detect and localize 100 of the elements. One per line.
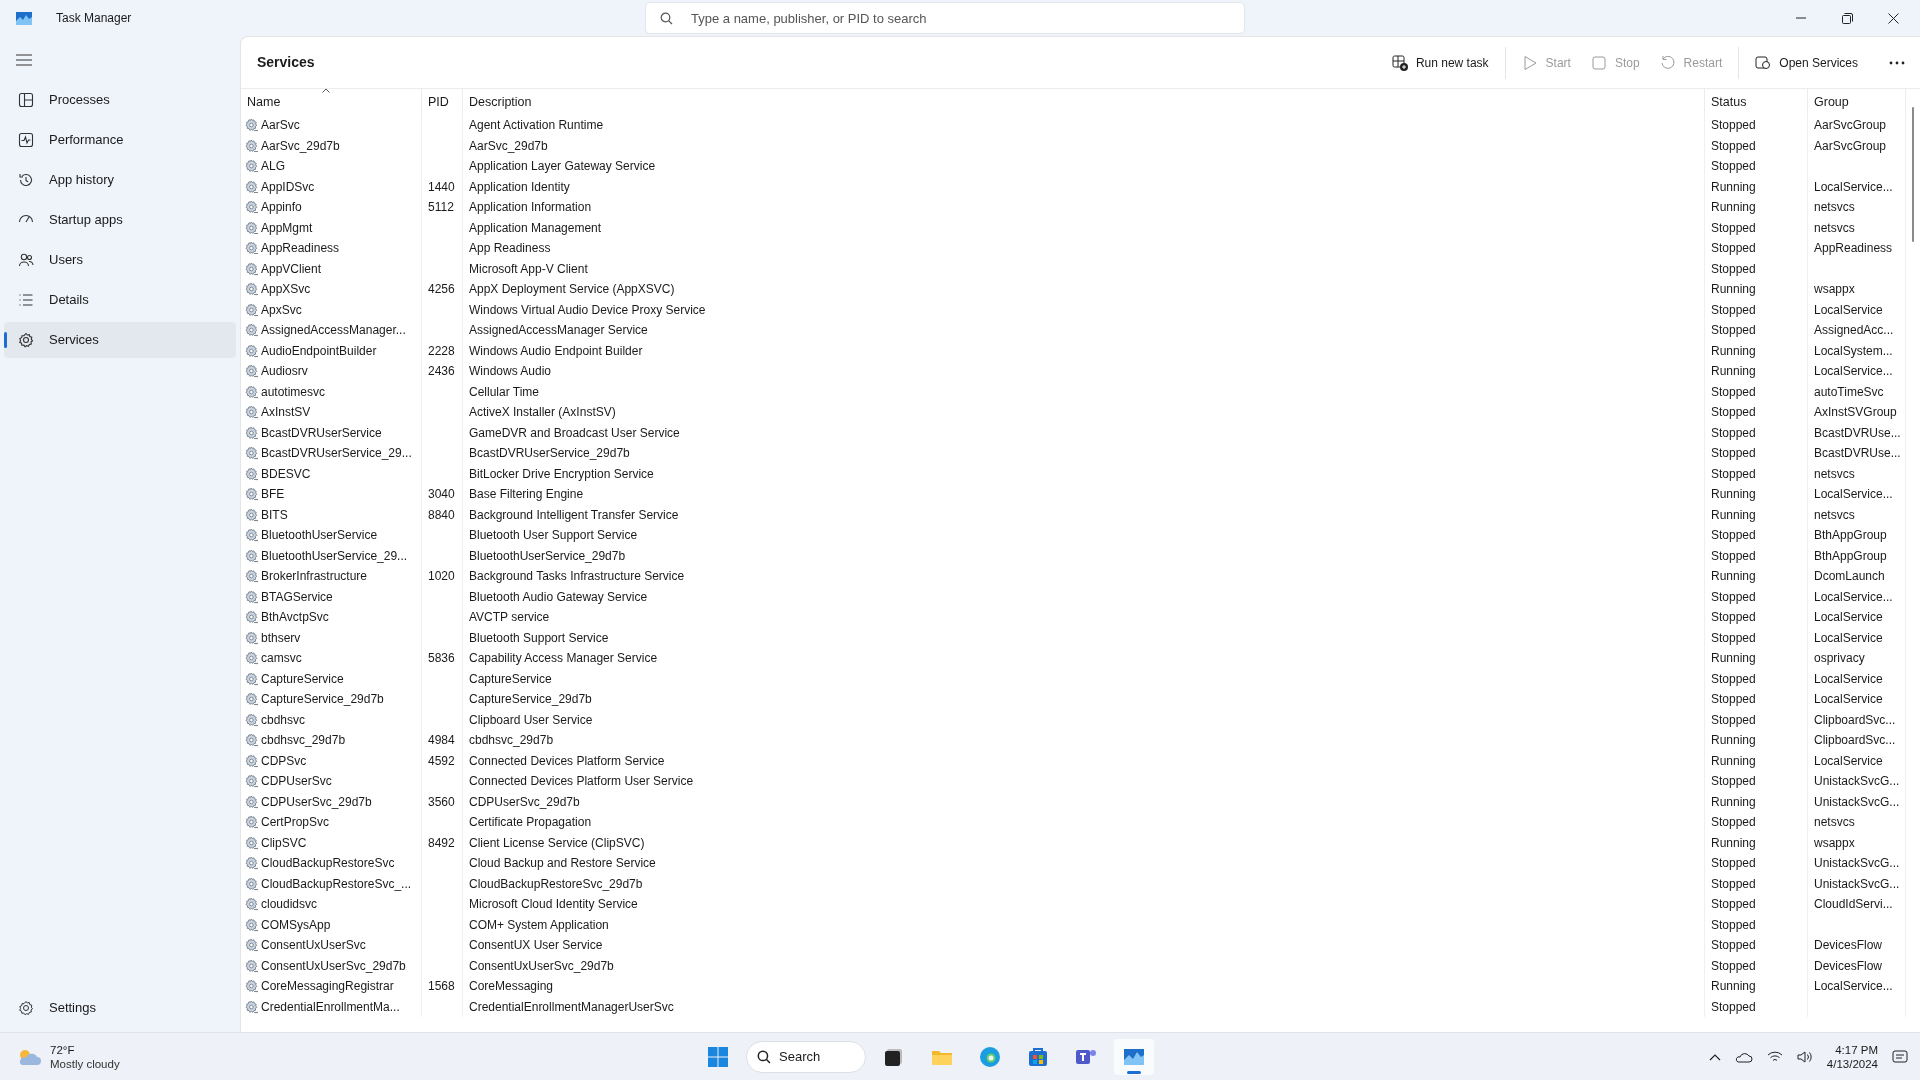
service-gear-icon [245,876,259,891]
settings-item[interactable]: Settings [4,990,236,1026]
table-cell-text: AVCTP service [469,609,550,627]
table-cell-text: AppIDSvc [261,178,315,196]
task-manager-icon[interactable] [1114,1039,1154,1075]
column-header[interactable]: Status [1705,89,1808,115]
service-gear-icon [245,815,259,830]
nav-item[interactable]: Performance [4,122,236,158]
table-cell-text: CoreMessaging [469,978,554,996]
table-cell-text: BluetoothUserService_29... [261,547,408,565]
clock[interactable]: 4:17 PM 4/13/2024 [1826,1042,1878,1071]
table-cell-text: LocalService... [1814,486,1893,504]
service-gear-icon [245,835,259,850]
table-cell-text: 1568 [428,978,455,996]
column-header[interactable]: PID [422,89,463,115]
table-cell-text: Stopped [1711,219,1756,237]
table-cell-text: AppMgmt [261,219,313,237]
toolbar-button[interactable]: Run new task [1381,46,1499,79]
nav-item[interactable]: Services [4,322,236,358]
table-cell-text: Bluetooth Audio Gateway Service [469,588,648,606]
table-cell-text: netsvcs [1814,814,1855,832]
nav-item[interactable]: App history [4,162,236,198]
table-cell-text: BcastDVRUserService [261,424,382,442]
table-cell-text: LocalService... [1814,978,1893,996]
table-cell-text: Cloud Backup and Restore Service [469,855,656,873]
column-header[interactable]: Name [241,89,422,115]
table-cell-text: osprivacy [1814,650,1865,668]
service-gear-icon [245,651,259,666]
taskbar-search[interactable]: Search [746,1041,866,1073]
table-cell-text: CloudBackupRestoreSvc_29d7b [469,875,643,893]
table-cell-text: BcastDVRUserService_29... [261,445,412,463]
wifi-icon[interactable] [1766,1050,1783,1063]
table-cell-text: 3040 [428,486,455,504]
search-field[interactable]: Type a name, publisher, or PID to search [645,2,1245,34]
table-cell-text: Stopped [1711,547,1756,565]
table-cell-text: Running [1711,199,1756,217]
restart-icon [1659,54,1676,71]
gear-icon [18,332,34,348]
chevron-up-icon[interactable] [1708,1052,1721,1061]
table-cell-text: UnistackSvcG... [1814,875,1900,893]
menu-icon[interactable] [16,54,32,66]
table-cell-text: BluetoothUserService_29d7b [469,547,626,565]
column-header[interactable]: Group [1808,89,1906,115]
table-cell-text: Running [1711,793,1756,811]
grid-icon [18,92,34,108]
nav-item[interactable]: Users [4,242,236,278]
table-cell-text: Clipboard User Service [469,711,593,729]
service-gear-icon [245,405,259,420]
table-cell-text: UnistackSvcG... [1814,773,1900,791]
volume-icon[interactable] [1796,1049,1813,1064]
service-gear-icon [245,589,259,604]
table-cell-text: cbdhsvc_29d7b [469,732,554,750]
table-cell-text: Application Management [469,219,602,237]
table-cell-text: CredentialEnrollmentManagerUserSvc [469,998,674,1016]
table-cell-text: 5112 [428,199,454,217]
weather-widget[interactable]: 72°F Mostly cloudy [16,1042,120,1071]
table-cell-text: CertPropSvc [261,814,330,832]
notification-icon[interactable] [1892,1048,1908,1065]
table-cell-text: autotimesvc [261,383,326,401]
table-cell-text: CredentialEnrollmentMa... [261,998,400,1016]
nav-item[interactable]: Processes [4,82,236,118]
table-cell-text: AarSvc [261,117,300,135]
table-cell-text: Running [1711,281,1756,299]
table-cell-text: Running [1711,486,1756,504]
table-cell-text: ClipboardSvc... [1814,732,1896,750]
toolbar-button[interactable]: Open Services [1745,46,1868,79]
column-header[interactable]: Description [463,89,1705,115]
table-cell-text: Stopped [1711,896,1756,914]
service-gear-icon [245,774,259,789]
table-cell-text: cloudidsvc [261,896,318,914]
table-cell-text: AssignedAcc... [1814,322,1894,340]
table-cell-text: Stopped [1711,814,1756,832]
search-icon [757,1050,771,1064]
table-cell-text: Stopped [1711,424,1756,442]
nav-item[interactable]: Details [4,282,236,318]
table-cell-text: 8492 [428,834,455,852]
users-icon [18,252,34,268]
list-icon [18,292,34,308]
table-cell-text: BthAppGroup [1814,547,1887,565]
table-cell-text: CaptureService_29d7b [469,691,592,709]
table-cell-text: LocalService... [1814,178,1893,196]
history-icon [18,172,34,188]
service-gear-icon [245,466,259,481]
table-cell-text: Stopped [1711,916,1756,934]
table-cell-text: AarSvc_29d7b [469,137,548,155]
service-gear-icon [245,528,259,543]
service-gear-icon [245,159,259,174]
table-cell-text: ALG [261,158,285,176]
service-gear-icon [245,507,259,522]
table-cell-text: Stopped [1711,301,1756,319]
table-cell-text: COM+ System Application [469,916,609,934]
cloud-icon[interactable] [1734,1050,1753,1063]
table-cell-text: Running [1711,363,1756,381]
table-cell-text: BDESVC [261,465,311,483]
table-cell-text: AarSvcGroup [1814,117,1887,135]
service-gear-icon [245,979,259,994]
nav-item[interactable]: Startup apps [4,202,236,238]
table-cell-text: 4592 [428,752,455,770]
table-cell-text: CloudBackupRestoreSvc [261,855,395,873]
service-gear-icon [245,138,259,153]
